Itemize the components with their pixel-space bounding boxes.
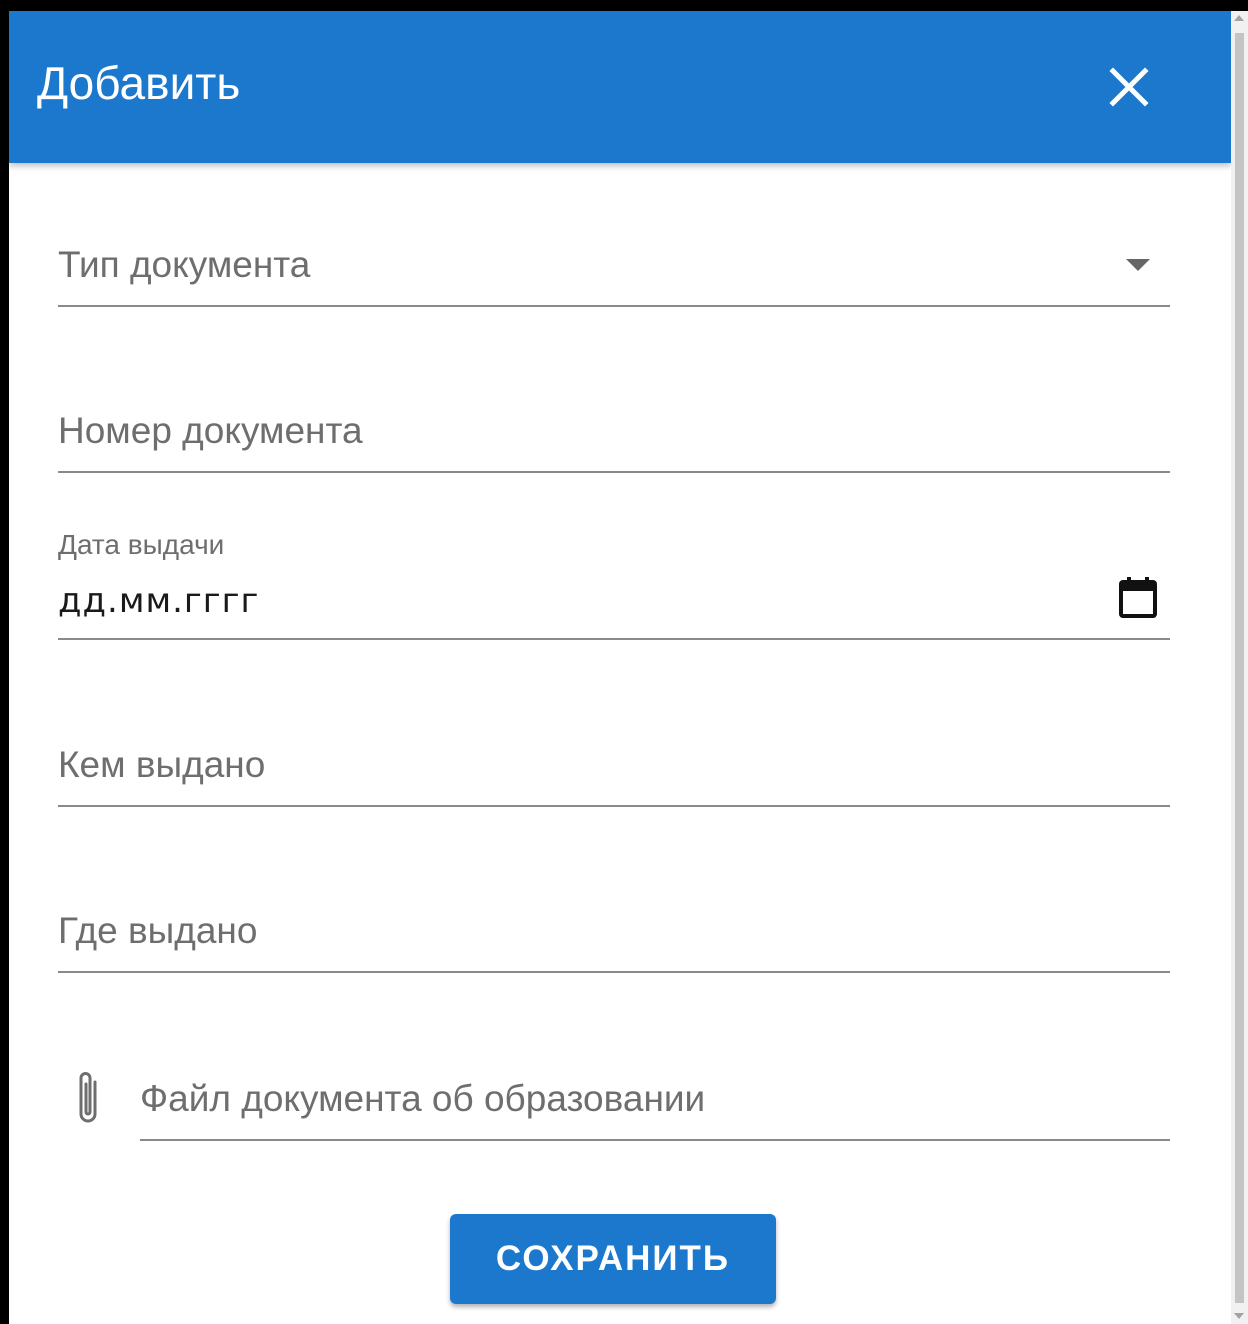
issue-date-label: Дата выдачи <box>58 529 225 560</box>
issue-date-value: дд.мм.гггг <box>58 581 260 621</box>
add-document-dialog: Добавить Тип документа Номер документа Д… <box>9 11 1231 1324</box>
issued-by-input[interactable]: Кем выдано <box>58 721 1170 807</box>
scroll-down-icon[interactable] <box>1234 1313 1244 1319</box>
education-file-label: Файл документа об образовании <box>140 1078 706 1119</box>
dialog-title: Добавить <box>37 57 241 109</box>
close-icon[interactable] <box>1101 59 1157 115</box>
scroll-up-icon[interactable] <box>1234 15 1244 21</box>
document-type-label: Тип документа <box>58 244 311 285</box>
dropdown-arrow-icon[interactable] <box>1126 259 1150 271</box>
document-number-label: Номер документа <box>58 410 363 451</box>
education-file-input[interactable]: Файл документа об образовании <box>140 1055 1170 1141</box>
issued-where-input[interactable]: Где выдано <box>58 887 1170 973</box>
save-button[interactable]: СОХРАНИТЬ <box>450 1214 776 1304</box>
issue-date-input[interactable]: Дата выдачи дд.мм.гггг <box>58 523 1170 640</box>
document-number-input[interactable]: Номер документа <box>58 387 1170 473</box>
issued-by-label: Кем выдано <box>58 744 266 785</box>
issued-where-label: Где выдано <box>58 910 258 951</box>
calendar-icon[interactable] <box>1118 575 1158 619</box>
document-type-select[interactable]: Тип документа <box>58 221 1170 307</box>
dialog-header: Добавить <box>9 11 1231 163</box>
scroll-thumb[interactable] <box>1235 33 1244 1303</box>
scrollbar[interactable] <box>1231 11 1248 1324</box>
paperclip-icon[interactable] <box>73 1068 105 1130</box>
